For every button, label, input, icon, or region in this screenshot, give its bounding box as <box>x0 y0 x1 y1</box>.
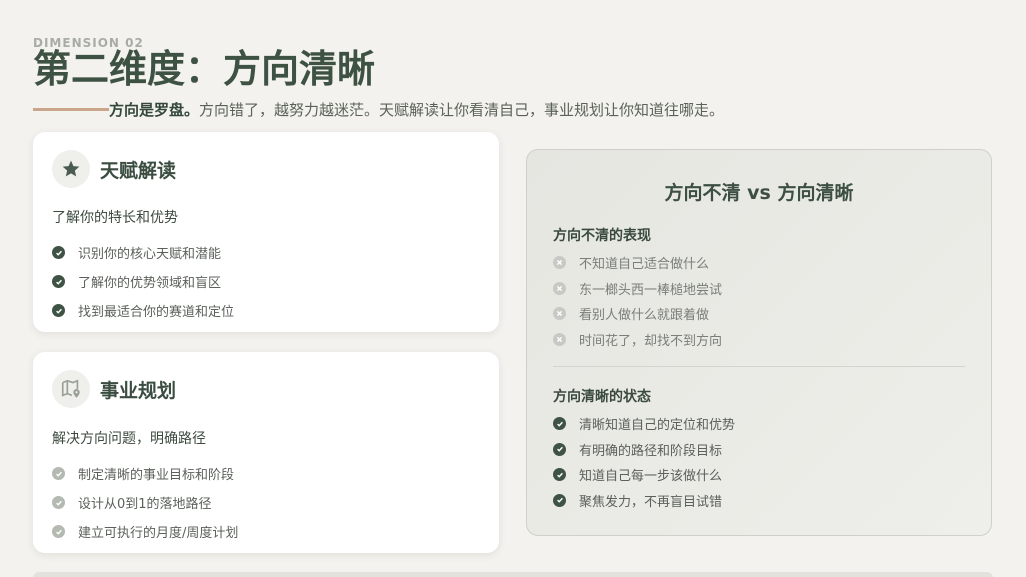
list-item: 东一榔头西一棒槌地尝试 <box>553 276 722 302</box>
list-item-text: 有明确的路径和阶段目标 <box>579 443 723 459</box>
divider <box>553 366 965 367</box>
page-title: 第二维度：方向清晰 <box>33 47 376 91</box>
list-item-text: 看别人做什么就跟着做 <box>579 308 710 324</box>
panel-title: 方向不清 vs 方向清晰 <box>664 182 854 204</box>
list-item-text: 识别你的核心天赋和潜能 <box>78 247 222 262</box>
list-item-text: 清晰知道自己的定位和优势 <box>579 418 736 434</box>
list-item: 不知道自己适合做什么 <box>553 250 722 276</box>
list-item-text: 设计从0到1的落地路径 <box>78 497 212 512</box>
talent-card: 天赋解读 了解你的特长和优势 识别你的核心天赋和潜能 了解你的优势领域和盲区 找… <box>33 132 499 332</box>
check-icon <box>52 525 65 538</box>
subtitle-bold: 方向是罗盘。 <box>109 100 200 119</box>
subtitle-row: 方向是罗盘。方向错了，越努力越迷茫。天赋解读让你看清自己，事业规划让你知道往哪走… <box>33 98 724 120</box>
list-item-text: 时间花了，却找不到方向 <box>579 333 723 349</box>
career-list: 制定清晰的事业目标和阶段 设计从0到1的落地路径 建立可执行的月度/周度计划 <box>52 459 238 546</box>
list-item: 制定清晰的事业目标和阶段 <box>52 459 238 488</box>
star-icon <box>52 150 90 188</box>
comparison-panel: 方向不清 vs 方向清晰 方向不清的表现 不知道自己适合做什么 东一榔头西一棒槌… <box>526 149 992 536</box>
list-item-text: 知道自己每一步该做什么 <box>579 469 723 485</box>
x-circle-icon <box>553 307 566 321</box>
check-icon <box>553 493 566 507</box>
subtitle-rest: 方向错了，越努力越迷茫。天赋解读让你看清自己，事业规划让你知道往哪走。 <box>199 100 725 119</box>
list-item-text: 建立可执行的月度/周度计划 <box>78 526 239 541</box>
check-icon <box>52 246 65 259</box>
check-icon <box>553 417 566 431</box>
card-header: 事业规划 <box>52 370 176 408</box>
card-title: 事业规划 <box>100 379 177 402</box>
check-icon <box>52 275 65 288</box>
check-icon <box>52 496 65 509</box>
x-circle-icon <box>553 332 566 346</box>
list-item: 知道自己每一步该做什么 <box>553 462 735 488</box>
list-item: 建立可执行的月度/周度计划 <box>52 517 238 546</box>
list-item-text: 东一榔头西一棒槌地尝试 <box>579 282 723 298</box>
list-item: 有明确的路径和阶段目标 <box>553 437 735 463</box>
list-item: 聚焦发力，不再盲目试错 <box>553 488 735 514</box>
next-section-edge <box>33 572 993 577</box>
subtitle: 方向是罗盘。方向错了，越努力越迷茫。天赋解读让你看清自己，事业规划让你知道往哪走… <box>109 99 724 120</box>
list-item: 清晰知道自己的定位和优势 <box>553 411 735 437</box>
x-circle-icon <box>553 281 566 295</box>
list-item: 设计从0到1的落地路径 <box>52 488 238 517</box>
card-lead: 解决方向问题，明确路径 <box>52 431 206 447</box>
list-item: 识别你的核心天赋和潜能 <box>52 238 234 267</box>
unclear-heading: 方向不清的表现 <box>553 228 651 244</box>
list-item: 了解你的优势领域和盲区 <box>52 267 234 296</box>
list-item: 找到最适合你的赛道和定位 <box>52 296 234 325</box>
clear-heading: 方向清晰的状态 <box>553 389 651 405</box>
card-title: 天赋解读 <box>100 159 177 182</box>
check-icon <box>553 442 566 456</box>
list-item: 时间花了，却找不到方向 <box>553 327 722 353</box>
list-item-text: 不知道自己适合做什么 <box>579 257 710 273</box>
card-lead: 了解你的特长和优势 <box>52 210 178 226</box>
list-item-text: 聚焦发力，不再盲目试错 <box>579 494 723 510</box>
clear-list: 清晰知道自己的定位和优势 有明确的路径和阶段目标 知道自己每一步该做什么 聚焦发… <box>553 411 735 513</box>
list-item: 看别人做什么就跟着做 <box>553 301 722 327</box>
check-icon <box>52 467 65 480</box>
list-item-text: 了解你的优势领域和盲区 <box>78 276 222 291</box>
unclear-list: 不知道自己适合做什么 东一榔头西一棒槌地尝试 看别人做什么就跟着做 时间花了，却… <box>553 250 722 352</box>
card-header: 天赋解读 <box>52 150 176 188</box>
x-circle-icon <box>553 256 566 270</box>
list-item-text: 制定清晰的事业目标和阶段 <box>78 468 235 483</box>
map-pin-icon <box>52 370 90 408</box>
check-icon <box>52 304 65 317</box>
accent-line <box>33 107 109 111</box>
list-item-text: 找到最适合你的赛道和定位 <box>78 305 235 320</box>
career-card: 事业规划 解决方向问题，明确路径 制定清晰的事业目标和阶段 设计从0到1的落地路… <box>33 352 499 553</box>
talent-list: 识别你的核心天赋和潜能 了解你的优势领域和盲区 找到最适合你的赛道和定位 <box>52 238 234 325</box>
check-icon <box>553 468 566 482</box>
